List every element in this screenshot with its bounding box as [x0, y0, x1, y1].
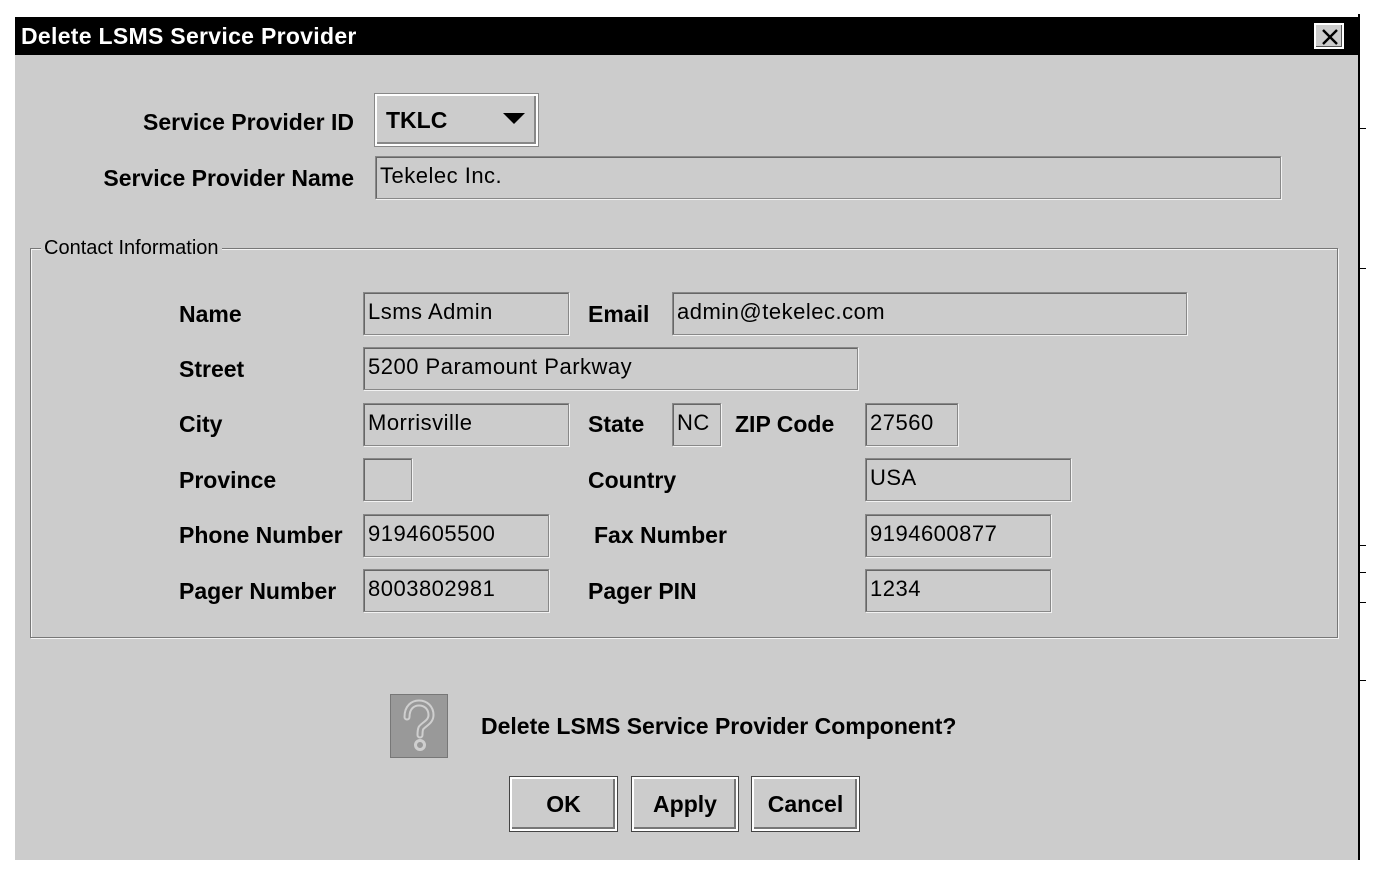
background-window-edge — [1358, 14, 1360, 860]
name-field[interactable]: Lsms Admin — [363, 292, 569, 335]
zip-code-label: ZIP Code — [735, 411, 835, 437]
ok-button[interactable]: OK — [510, 777, 617, 831]
edge-tick — [1360, 680, 1366, 681]
title-bar[interactable]: Delete LSMS Service Provider — [15, 17, 1358, 55]
close-button[interactable] — [1314, 23, 1344, 49]
screen: Delete LSMS Service Provider Service Pro… — [0, 0, 1377, 875]
edge-tick — [1360, 602, 1366, 603]
phone-number-field[interactable]: 9194605500 — [363, 514, 549, 557]
province-label: Province — [179, 467, 277, 493]
street-label: Street — [179, 356, 245, 382]
state-label: State — [588, 411, 645, 437]
pager-number-field[interactable]: 8003802981 — [363, 569, 549, 612]
contact-information-legend: Contact Information — [41, 235, 222, 261]
city-label: City — [179, 411, 223, 437]
service-provider-name-label: Service Provider Name — [103, 165, 354, 191]
fax-number-label: Fax Number — [594, 522, 727, 548]
email-field[interactable]: admin@tekelec.com — [672, 292, 1187, 335]
province-field[interactable] — [363, 458, 412, 501]
pager-pin-field[interactable]: 1234 — [865, 569, 1051, 612]
edge-tick — [1360, 545, 1366, 546]
question-mark-glyph — [403, 699, 435, 751]
edge-tick — [1360, 268, 1366, 269]
edge-tick — [1360, 128, 1366, 129]
apply-button[interactable]: Apply — [632, 777, 738, 831]
confirmation-prompt: Delete LSMS Service Provider Component? — [481, 713, 957, 739]
country-label: Country — [588, 467, 677, 493]
phone-number-label: Phone Number — [179, 522, 343, 548]
street-field[interactable]: 5200 Paramount Parkway — [363, 347, 858, 390]
dialog-title: Delete LSMS Service Provider — [21, 23, 357, 49]
edge-tick — [1360, 572, 1366, 573]
cancel-button[interactable]: Cancel — [752, 777, 859, 831]
chevron-down-icon — [503, 113, 525, 124]
service-provider-id-select[interactable]: TKLC — [375, 94, 538, 146]
email-label: Email — [588, 301, 650, 327]
name-label: Name — [179, 301, 242, 327]
close-x-icon — [1322, 29, 1338, 45]
service-provider-id-label: Service Provider ID — [143, 109, 354, 135]
pager-number-label: Pager Number — [179, 578, 337, 604]
pager-pin-label: Pager PIN — [588, 578, 697, 604]
delete-service-provider-dialog: Delete LSMS Service Provider Service Pro… — [15, 17, 1358, 860]
service-provider-id-value: TKLC — [386, 107, 448, 133]
question-icon — [390, 694, 448, 758]
city-field[interactable]: Morrisville — [363, 403, 569, 446]
state-field[interactable]: NC — [672, 403, 721, 446]
service-provider-name-field[interactable]: Tekelec Inc. — [375, 156, 1281, 199]
zip-code-field[interactable]: 27560 — [865, 403, 958, 446]
country-field[interactable]: USA — [865, 458, 1071, 501]
fax-number-field[interactable]: 9194600877 — [865, 514, 1051, 557]
